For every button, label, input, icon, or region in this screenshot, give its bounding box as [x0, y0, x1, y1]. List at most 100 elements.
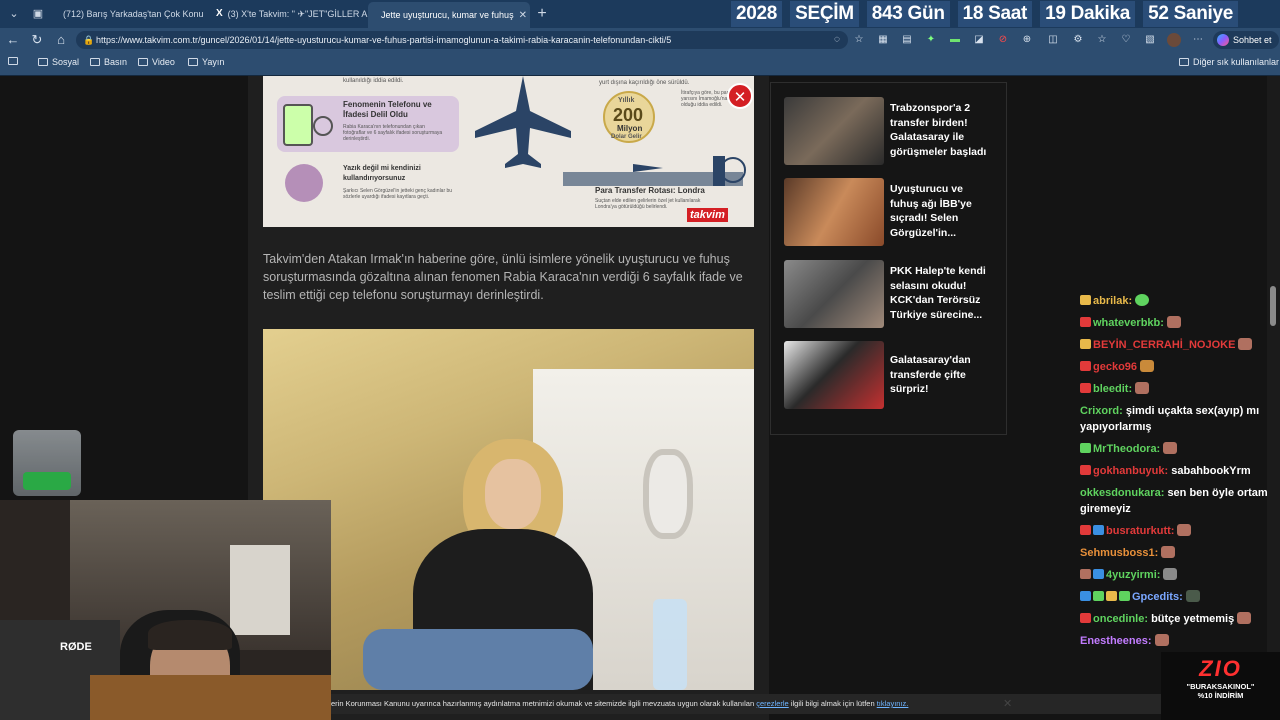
- news-item[interactable]: Uyuşturucu ve fuhuş ağı İBB'ye sıçradı! …: [784, 178, 1004, 246]
- emote-icon: [1135, 382, 1150, 394]
- stream-chat: abrilak: whateverbkb: BEYİN_CERRAHİ_NOJO…: [1080, 290, 1275, 652]
- profile-avatar-icon[interactable]: [1167, 33, 1181, 47]
- bookmark-other-favorites[interactable]: Diğer sık kullanılanlar: [1179, 57, 1279, 67]
- more-menu-icon[interactable]: ⋯: [1191, 33, 1205, 47]
- chat-badge-icon: [1080, 569, 1091, 579]
- chat-badge-icon: [1093, 525, 1104, 535]
- page-scrollbar[interactable]: [1267, 76, 1280, 720]
- favorites-icon[interactable]: ☆: [1095, 33, 1109, 47]
- amount-unit: Milyon: [617, 124, 643, 133]
- bookmark-basin[interactable]: Basın: [90, 57, 127, 67]
- chat-message: Crixord: şimdi uçakta sex(ayıp) mı yapıy…: [1080, 400, 1275, 438]
- yearly-label: Yıllık: [618, 97, 635, 104]
- scrollbar-thumb[interactable]: [1270, 286, 1276, 326]
- cookies-link[interactable]: çerezlerle: [756, 699, 789, 708]
- news-item[interactable]: PKK Halep'te kendi selasını okudu! KCK'd…: [784, 260, 1004, 328]
- news-title: Uyuşturucu ve fuhuş ağı İBB'ye sıçradı! …: [890, 183, 972, 239]
- tab-x[interactable]: X (3) X'te Takvim: " ✈"JET"GİLLER A ✕: [208, 4, 368, 24]
- extension-icon[interactable]: ▦: [876, 33, 890, 47]
- browser-essentials-icon[interactable]: ♡: [1119, 33, 1133, 47]
- click-here-link[interactable]: tıklayınız.: [877, 699, 909, 708]
- news-thumbnail: [784, 178, 884, 246]
- emote-icon: [1166, 316, 1181, 328]
- coin-pile-icon: [23, 472, 71, 490]
- countdown-days: 843 Gün: [866, 1, 950, 27]
- close-tab-icon[interactable]: ✕: [519, 10, 527, 21]
- emote-icon: [1163, 568, 1178, 580]
- extension-icon[interactable]: ⊘: [996, 33, 1010, 47]
- emote-icon: [1163, 442, 1178, 454]
- workspaces-icon[interactable]: ▣: [30, 6, 46, 22]
- refresh-icon[interactable]: ↻: [29, 32, 45, 48]
- sponsor-promo: ZIO "BURAKSAKINOL" %10 İNDİRİM: [1161, 652, 1280, 720]
- chat-user: Sehmusboss1:: [1080, 547, 1159, 559]
- chat-message: gokhanbuyuk: sabahbookYrm: [1080, 460, 1275, 482]
- split-screen-icon[interactable]: ◫: [1046, 33, 1060, 47]
- chat-user: busraturkutt:: [1106, 525, 1175, 537]
- back-icon[interactable]: ←: [5, 32, 21, 48]
- emote-icon: [1177, 524, 1192, 536]
- infographic-text: Rabia Karaca'nın telefonundan çıkan foto…: [343, 124, 443, 142]
- chat-badge-icon: [1080, 317, 1091, 327]
- bookmark-yayin[interactable]: Yayın: [188, 57, 224, 67]
- close-button[interactable]: ✕: [727, 83, 753, 109]
- extension-icon[interactable]: ⊕: [1020, 33, 1034, 47]
- new-tab-icon[interactable]: +: [534, 6, 550, 22]
- amount-sub: Dolar Gelir: [611, 134, 642, 140]
- copilot-button[interactable]: Sohbet et: [1213, 31, 1279, 49]
- chat-user: bleedit:: [1093, 383, 1133, 395]
- extensions-icon[interactable]: ⚙: [1071, 33, 1085, 47]
- bookmarks-menu-icon[interactable]: [8, 57, 18, 65]
- chat-user: MrTheodora:: [1093, 443, 1161, 455]
- news-item[interactable]: Galatasaray'dan transferde çifte sürpriz…: [784, 341, 1004, 409]
- bookmark-sosyal[interactable]: Sosyal: [38, 57, 79, 67]
- chat-user: BEYİN_CERRAHİ_NOJOKE: [1093, 339, 1236, 351]
- tab-actions-icon[interactable]: ⌄: [6, 6, 22, 22]
- chat-message: MrTheodora:: [1080, 438, 1275, 460]
- tab-takvim[interactable]: Jette uyuşturucu, kumar ve fuhuş ✕: [368, 2, 530, 28]
- jet-window: [643, 449, 693, 539]
- tab-title: (3) X'te Takvim: " ✈"JET"GİLLER A: [227, 8, 368, 19]
- cookie-close-icon[interactable]: ✕: [1003, 697, 1012, 710]
- tab-title: Jette uyuşturucu, kumar ve fuhuş: [381, 10, 514, 20]
- bookmark-label: Diğer sık kullanılanlar: [1193, 57, 1280, 67]
- chat-message: Gpcedits:: [1080, 586, 1275, 608]
- news-title: Trabzonspor'a 2 transfer birden! Galatas…: [890, 102, 987, 158]
- related-news-panel: Trabzonspor'a 2 transfer birden! Galatas…: [770, 82, 1007, 435]
- countdown-seconds: 52 Saniye: [1143, 1, 1239, 27]
- reader-icon[interactable]: ◌: [830, 33, 844, 47]
- extension-icon[interactable]: ◪: [972, 33, 986, 47]
- favorite-star-icon[interactable]: ☆: [852, 33, 866, 47]
- tab-youtube[interactable]: (712) Barış Yarkadaş'tan Çok Konu ✕: [50, 4, 208, 24]
- chat-badge-icon: [1080, 613, 1091, 623]
- folder-icon: [38, 58, 48, 66]
- emote-icon: [1237, 612, 1252, 624]
- headphones: [148, 620, 232, 650]
- airplane-icon: [475, 76, 571, 168]
- chat-message: busraturkutt:: [1080, 520, 1275, 542]
- chat-badge-icon: [1093, 591, 1104, 601]
- home-icon[interactable]: ⌂: [53, 32, 69, 48]
- copilot-label: Sohbet et: [1233, 35, 1272, 45]
- water-bottle: [653, 599, 687, 690]
- collections-icon[interactable]: ▧: [1143, 33, 1157, 47]
- folder-icon: [90, 58, 100, 66]
- countdown-minutes: 19 Dakika: [1040, 1, 1136, 27]
- streamer-shirt: [90, 675, 331, 720]
- bookmark-label: Sosyal: [52, 57, 80, 67]
- phone-icon: [283, 104, 313, 146]
- extension-icon[interactable]: ▬: [948, 33, 962, 47]
- url-input[interactable]: 🔒 https://www.takvim.com.tr/guncel/2026/…: [76, 31, 848, 49]
- extension-icon[interactable]: ▤: [900, 33, 914, 47]
- extension-icon[interactable]: ✦: [924, 33, 938, 47]
- chat-message: gecko96: [1080, 356, 1275, 378]
- chat-message: okkesdonukara: sen ben öyle ortama girem…: [1080, 482, 1275, 520]
- chat-message: 4yuzyirmi:: [1080, 564, 1275, 586]
- chat-badge-icon: [1080, 361, 1091, 371]
- infographic-title: Yazık değil mi kendinizi kullandırıyorsu…: [343, 165, 421, 182]
- jeans: [363, 629, 593, 690]
- news-item[interactable]: Trabzonspor'a 2 transfer birden! Galatas…: [784, 97, 1004, 165]
- bookmark-video[interactable]: Video: [138, 57, 175, 67]
- folder-icon: [1179, 58, 1189, 66]
- chat-badge-icon: [1080, 525, 1091, 535]
